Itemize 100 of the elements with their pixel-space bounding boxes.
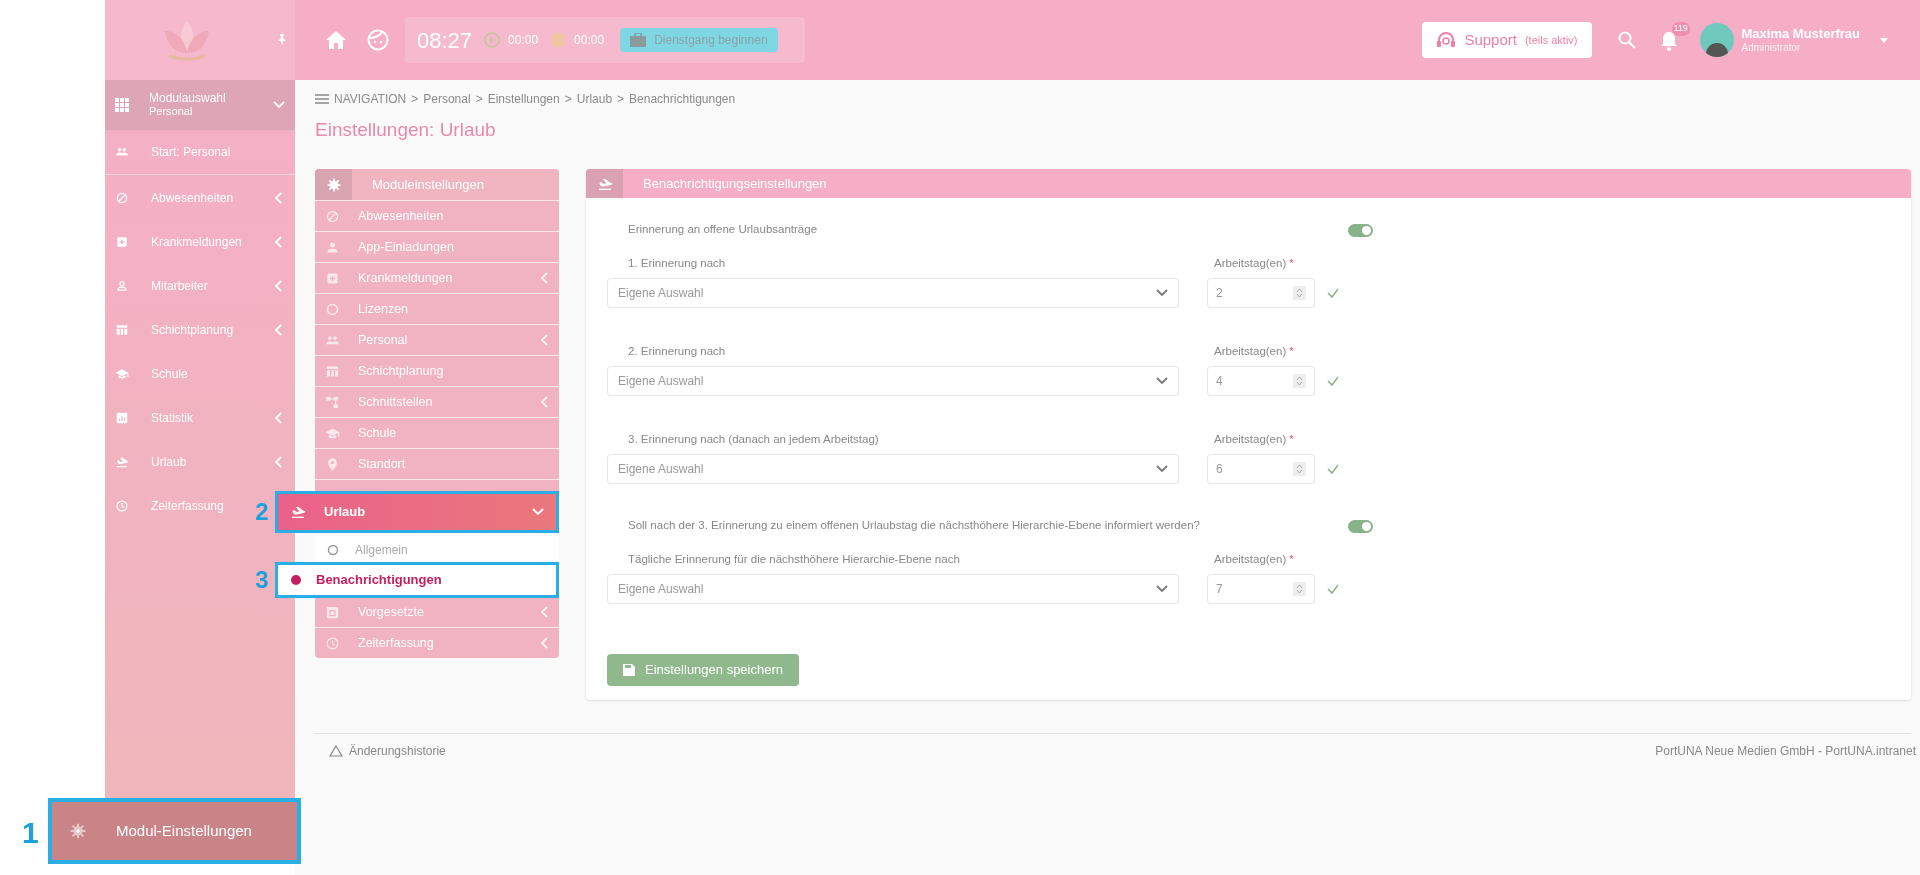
- module-settings-button[interactable]: Modul-Einstellungen: [48, 798, 301, 864]
- shift-button[interactable]: Dienstgang beginnen: [620, 28, 778, 52]
- chevron-left-icon: [275, 412, 283, 424]
- module-name: Personal: [149, 105, 194, 118]
- chevron-down-icon: [532, 508, 544, 516]
- chevron-left-icon: [541, 334, 549, 346]
- grid-icon: [115, 98, 129, 112]
- page-title: Einstellungen: Urlaub: [315, 118, 497, 142]
- number-field[interactable]: 4: [1207, 366, 1315, 396]
- chevron-down-icon: [1156, 585, 1168, 593]
- chevron-left-icon: [275, 456, 283, 468]
- airplane-icon: [290, 504, 306, 520]
- field-label: Erinnerung an offene Urlaubsanträge: [628, 222, 818, 238]
- timer-value: 00:00: [508, 32, 539, 49]
- breadcrumb-link[interactable]: Personal: [423, 90, 471, 108]
- settings-icon: [70, 823, 86, 839]
- menu-group[interactable]: Urlaub: [275, 491, 559, 533]
- timer-value: 00:00: [574, 32, 605, 49]
- field-label: Tägliche Erinnerung für die nächsthöhere Hierarchie-Ebene nach: [627, 551, 961, 567]
- module-label: Modulauswahl: [149, 92, 227, 105]
- spinner-icon: [1293, 582, 1306, 596]
- selected-dot-icon: [290, 574, 302, 586]
- field-label: Soll nach der 3. Erinnerung zu einem offenen Urlaubstag die nächsthöhere Hierarchie-Ebene informiert werden?: [628, 518, 1200, 534]
- menu-item[interactable]: Vorgesetzte: [315, 596, 559, 627]
- breadcrumb-separator: >: [411, 91, 419, 108]
- spinner-icon: [1293, 374, 1306, 388]
- submenu-item[interactable]: Allgemein: [315, 536, 559, 564]
- save-button[interactable]: Einstellungen speichern: [607, 654, 799, 686]
- sidebar-item[interactable]: Mitarbeiter: [105, 264, 295, 308]
- person-icon: [115, 279, 129, 293]
- menu-item[interactable]: Krankmeldungen: [315, 262, 559, 293]
- play-icon: [484, 32, 501, 48]
- sidebar-item[interactable]: Krankmeldungen: [105, 220, 295, 264]
- menu-item[interactable]: App-Einladungen: [315, 231, 559, 262]
- pin-icon: [277, 34, 287, 46]
- clock-icon: [325, 635, 340, 651]
- menu-item[interactable]: Schule: [315, 417, 559, 448]
- chevron-left-icon: [541, 606, 549, 618]
- sidebar-item[interactable]: Abwesenheiten: [105, 176, 295, 220]
- headset-icon: [1436, 31, 1457, 49]
- field-label: Arbeitstag(en): [1213, 431, 1287, 447]
- support-button[interactable]: Support (teils aktiv): [1422, 22, 1592, 58]
- ban-icon: [115, 191, 129, 205]
- history-link[interactable]: Änderungshistorie: [329, 741, 446, 760]
- chevron-down-icon: [1156, 289, 1168, 297]
- menu-item[interactable]: Standort: [315, 448, 559, 479]
- required-mark: *: [1289, 551, 1294, 567]
- sidebar-item[interactable]: Schichtplanung: [105, 308, 295, 352]
- airplane-icon: [115, 455, 129, 469]
- menu-item[interactable]: Schnittstellen: [315, 386, 559, 417]
- breadcrumb-link[interactable]: NAVIGATION: [334, 90, 407, 108]
- chevron-left-icon: [275, 192, 283, 204]
- chevron-down-icon: [1156, 377, 1168, 385]
- select-field[interactable]: Eigene Auswahl: [607, 574, 1179, 604]
- spinner-icon: [1293, 286, 1306, 300]
- number-field[interactable]: 6: [1207, 454, 1315, 484]
- select-field[interactable]: Eigene Auswahl: [607, 366, 1179, 396]
- bell-icon[interactable]: [1659, 31, 1678, 51]
- breadcrumb-link[interactable]: Einstellungen: [487, 90, 560, 108]
- module-selector[interactable]: Modulauswahl Personal: [105, 80, 295, 130]
- sidebar-item[interactable]: Schule: [105, 352, 198, 396]
- field-label: 1. Erinnerung nach: [627, 255, 727, 271]
- notification-badge: 119: [1671, 22, 1690, 36]
- menu-item[interactable]: Abwesenheiten: [315, 200, 559, 231]
- clock-time: 08:27: [417, 26, 473, 55]
- menu-item[interactable]: Zeiterfassung: [315, 627, 559, 658]
- field-label: Arbeitstag(en): [1213, 551, 1287, 567]
- sidebar-item[interactable]: Statistik: [105, 396, 295, 440]
- search-icon[interactable]: [1617, 31, 1636, 49]
- menu-item[interactable]: Schichtplanung: [315, 355, 559, 386]
- required-mark: *: [1289, 343, 1294, 359]
- field-label: 3. Erinnerung nach (danach an jedem Arbeitstag): [627, 431, 880, 447]
- breadcrumb-link[interactable]: Benachrichtigungen: [629, 90, 736, 108]
- home-icon: [325, 30, 347, 50]
- submenu-item[interactable]: Benachrichtigungen: [275, 562, 559, 598]
- breadcrumb-link[interactable]: Urlaub: [576, 90, 613, 108]
- sidebar-item[interactable]: Zeiterfassung: [105, 484, 234, 528]
- settings-icon: [326, 177, 341, 192]
- sidebar-item[interactable]: Urlaub: [105, 440, 295, 484]
- callout-number: 1: [22, 815, 39, 851]
- select-field[interactable]: Eigene Auswahl: [607, 278, 1179, 308]
- field-label: Arbeitstag(en): [1213, 255, 1287, 271]
- number-field[interactable]: 2: [1207, 278, 1315, 308]
- menu-item[interactable]: Lizenzen: [315, 293, 559, 324]
- callout-number: 3: [254, 565, 270, 595]
- chevron-down-icon: [273, 101, 285, 109]
- toggle-switch[interactable]: [1348, 223, 1373, 237]
- circle-icon: [325, 301, 340, 317]
- avatar[interactable]: [1699, 23, 1734, 57]
- number-field[interactable]: 7: [1207, 574, 1315, 604]
- chevron-left-icon: [541, 396, 549, 408]
- medical-cross-icon: [115, 235, 129, 249]
- user-role: Administrator: [1741, 41, 1802, 55]
- menu-item[interactable]: Personal: [315, 324, 559, 355]
- breadcrumb-separator: >: [564, 91, 572, 108]
- select-field[interactable]: Eigene Auswahl: [607, 454, 1179, 484]
- menu-icon: [315, 94, 329, 104]
- sidebar-item[interactable]: Start: Personal: [105, 130, 241, 174]
- warning-triangle-icon: [329, 744, 343, 757]
- toggle-switch[interactable]: [1348, 519, 1373, 533]
